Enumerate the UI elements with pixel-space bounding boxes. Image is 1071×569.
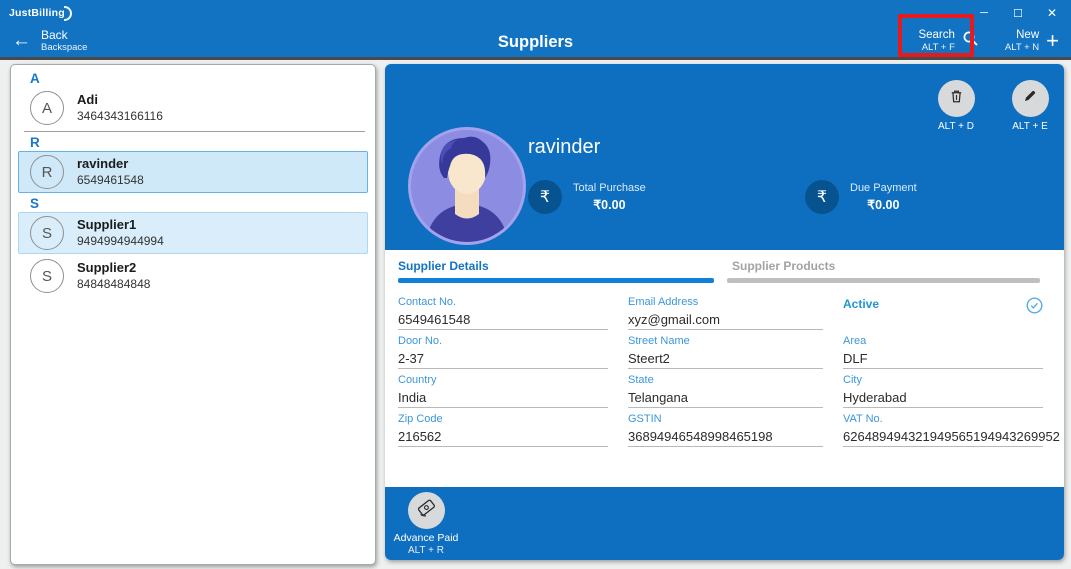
delete-shortcut: ALT + D xyxy=(937,121,975,132)
advance-paid-shortcut: ALT + R xyxy=(407,545,445,556)
detail-body: Supplier Details Supplier Products Conta… xyxy=(385,250,1064,487)
list-item-ravinder[interactable]: R ravinder 6549461548 xyxy=(18,151,368,193)
rupee-icon: ₹ xyxy=(805,180,839,214)
supplier-list-panel: A A Adi 3464343166116 R R ravinder 65494… xyxy=(10,64,376,565)
due-payment-value: ₹0.00 xyxy=(867,197,900,212)
new-button[interactable]: New ALT + N + xyxy=(1005,28,1059,53)
list-item-supplier2[interactable]: S Supplier2 84848484848 xyxy=(18,255,368,297)
supplier-name: Supplier2 xyxy=(77,260,137,275)
logo-swoosh-icon xyxy=(63,5,72,21)
total-purchase-value: ₹0.00 xyxy=(593,197,626,212)
maximize-button[interactable]: ☐ xyxy=(1001,0,1035,26)
list-item-adi[interactable]: A Adi 3464343166116 xyxy=(18,87,368,129)
check-circle-icon[interactable] xyxy=(1026,297,1043,319)
list-avatar: A xyxy=(30,91,64,125)
supplier-avatar xyxy=(407,126,527,246)
due-payment-label: Due Payment xyxy=(850,181,917,194)
rupee-icon: ₹ xyxy=(528,180,562,214)
cash-note-icon xyxy=(416,498,436,523)
list-item-supplier1[interactable]: S Supplier1 9494994944994 xyxy=(18,212,368,254)
list-avatar: R xyxy=(30,155,64,189)
list-divider xyxy=(24,131,365,132)
supplier-detail-panel: ravinder ₹ Total Purchase ₹0.00 ₹ Due Pa… xyxy=(385,64,1064,560)
field-door-no: Door No. 2-37 xyxy=(398,334,608,369)
group-letter-r: R xyxy=(30,135,40,150)
total-purchase-label: Total Purchase xyxy=(573,181,646,194)
field-country: Country India xyxy=(398,373,608,408)
field-zip-code: Zip Code 216562 xyxy=(398,412,608,447)
detail-bottom-bar: Advance Paid ALT + R xyxy=(385,487,1064,560)
edit-shortcut: ALT + E xyxy=(1012,121,1048,132)
field-area: Area DLF xyxy=(843,334,1043,369)
supplier-name: Adi xyxy=(77,92,98,107)
app-window: JustBilling ─ ☐ ✕ ← Back Backspace Suppl… xyxy=(0,0,1071,569)
list-avatar: S xyxy=(30,216,64,250)
supplier-phone: 9494994944994 xyxy=(77,234,164,248)
new-label: New xyxy=(1016,29,1040,41)
annotation-box xyxy=(898,14,974,57)
trash-icon xyxy=(948,88,965,110)
supplier-phone: 6549461548 xyxy=(77,173,144,187)
field-street-name: Street Name Steert2 xyxy=(628,334,823,369)
supplier-phone: 3464343166116 xyxy=(77,109,163,123)
field-vat-no: VAT No. 626489494321949565194943269952 xyxy=(843,412,1060,447)
field-email-address: Email Address xyz@gmail.com xyxy=(628,295,823,330)
active-status-label: Active xyxy=(843,297,880,311)
field-city: City Hyderabad xyxy=(843,373,1043,408)
supplier-details-form: Contact No. 6549461548 Email Address xyz… xyxy=(398,295,1060,447)
advance-paid-label: Advance Paid xyxy=(393,532,459,544)
close-button[interactable]: ✕ xyxy=(1035,0,1069,26)
field-state: State Telangana xyxy=(628,373,823,408)
window-controls: ─ ☐ ✕ xyxy=(967,0,1071,26)
total-purchase-stat: ₹ Total Purchase ₹0.00 xyxy=(528,180,646,214)
group-letter-a: A xyxy=(30,71,40,86)
detail-supplier-name: ravinder xyxy=(528,136,601,158)
app-logo: JustBilling xyxy=(9,5,72,21)
field-contact-no: Contact No. 6549461548 xyxy=(398,295,608,330)
pencil-icon xyxy=(1022,88,1038,109)
supplier-name: Supplier1 xyxy=(77,217,137,232)
supplier-phone: 84848484848 xyxy=(77,277,151,291)
delete-button[interactable]: ALT + D xyxy=(930,80,982,132)
supplier-name: ravinder xyxy=(77,156,129,171)
group-letter-s: S xyxy=(30,196,40,211)
detail-hero: ravinder ₹ Total Purchase ₹0.00 ₹ Due Pa… xyxy=(385,64,1064,250)
plus-icon: + xyxy=(1046,27,1059,53)
tab-supplier-products[interactable]: Supplier Products xyxy=(727,259,1040,283)
field-gstin: GSTIN 36894946548998465198 xyxy=(628,412,823,447)
active-tab-indicator xyxy=(398,278,714,283)
list-avatar: S xyxy=(30,259,64,293)
edit-button[interactable]: ALT + E xyxy=(1004,80,1056,132)
new-shortcut: ALT + N xyxy=(1004,42,1040,53)
status-active: Active xyxy=(843,295,1043,330)
due-payment-stat: ₹ Due Payment ₹0.00 xyxy=(805,180,917,214)
tab-supplier-details[interactable]: Supplier Details xyxy=(398,259,714,283)
inactive-tab-indicator xyxy=(727,278,1040,283)
app-logo-text: JustBilling xyxy=(9,7,65,19)
advance-paid-button[interactable]: Advance Paid ALT + R xyxy=(393,492,459,557)
